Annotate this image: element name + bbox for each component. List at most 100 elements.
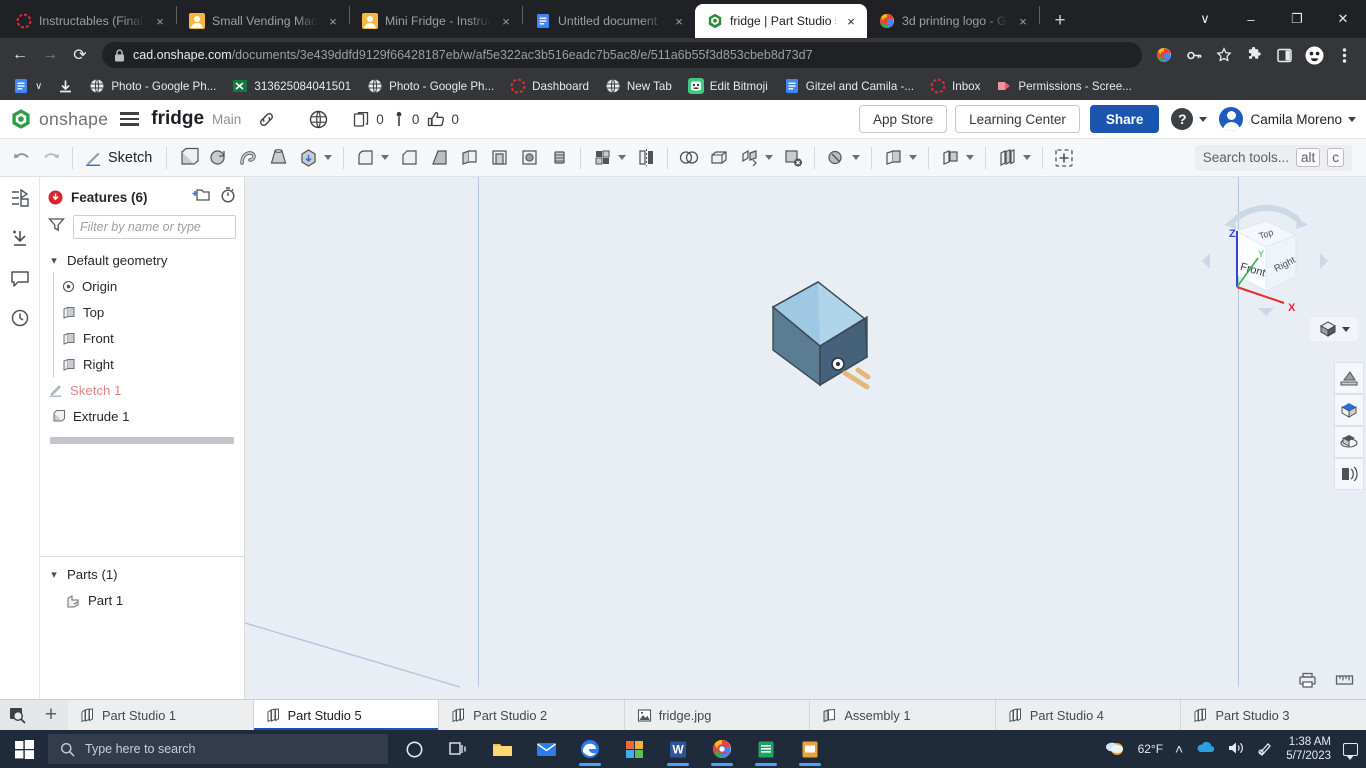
tab-close-icon[interactable]: × — [843, 14, 859, 29]
help-chevron-down-icon[interactable] — [1199, 117, 1207, 122]
tab-close-icon[interactable]: × — [325, 14, 341, 29]
tab-search-icon[interactable] — [0, 700, 34, 730]
mirror-icon[interactable] — [631, 143, 661, 173]
chevron-down-icon[interactable] — [765, 155, 773, 160]
document-branch[interactable]: Main — [212, 112, 241, 127]
parts-panel-header[interactable]: ▾ Parts (1) — [40, 561, 244, 587]
store-icon[interactable] — [612, 730, 656, 768]
fillet-icon[interactable] — [350, 143, 380, 173]
back-button[interactable]: ← — [6, 41, 34, 69]
rotate-cube-icon[interactable] — [1334, 426, 1364, 458]
tree-group-default-geometry[interactable]: ▾ Default geometry — [40, 247, 244, 273]
tab-search-button[interactable]: ∨ — [1182, 3, 1228, 35]
bookmark-item[interactable]: Gitzel and Camila -... — [777, 75, 921, 97]
cortana-icon[interactable] — [392, 730, 436, 768]
document-tab-active[interactable]: Part Studio 5 — [254, 700, 440, 730]
plane-icon[interactable] — [878, 143, 908, 173]
tree-item-front-plane[interactable]: Front — [40, 325, 244, 351]
split-icon[interactable] — [734, 143, 764, 173]
new-tab-button[interactable]: + — [1046, 7, 1074, 35]
chevron-down-icon[interactable] — [852, 155, 860, 160]
shell-icon[interactable] — [484, 143, 514, 173]
view-cube[interactable]: Top Front Right Z X Y — [1196, 205, 1336, 335]
transform-icon[interactable] — [821, 143, 851, 173]
draft-icon[interactable] — [424, 143, 454, 173]
document-tab[interactable]: Part Studio 4 — [996, 700, 1182, 730]
chamfer-icon[interactable] — [394, 143, 424, 173]
profile-avatar-icon[interactable] — [1300, 41, 1328, 69]
tree-item-right-plane[interactable]: Right — [40, 351, 244, 377]
enclose-icon[interactable] — [704, 143, 734, 173]
taskbar-search-input[interactable]: Type here to search — [48, 734, 388, 764]
3d-viewport[interactable]: Top Front Right Z X Y — [245, 177, 1366, 699]
app-store-button[interactable]: App Store — [859, 105, 947, 133]
explode-cube-icon[interactable] — [1334, 458, 1364, 490]
avatar[interactable] — [1219, 107, 1243, 131]
clock[interactable]: 1:38 AM 5/7/2023 — [1286, 735, 1331, 764]
document-name[interactable]: fridge — [151, 108, 204, 130]
thread-icon[interactable] — [544, 143, 574, 173]
tree-item-extrude-1[interactable]: Extrude 1 — [40, 403, 244, 429]
assembly-icon[interactable] — [992, 143, 1022, 173]
browser-tab-active[interactable]: fridge | Part Studio 5 × — [695, 4, 867, 38]
chevron-down-icon[interactable] — [618, 155, 626, 160]
address-bar[interactable]: cad.onshape.com/documents/3e439ddfd9129f… — [102, 42, 1142, 68]
tree-item-origin[interactable]: Origin — [40, 273, 244, 299]
print-icon[interactable] — [1298, 672, 1317, 693]
undo-icon[interactable] — [6, 143, 36, 173]
delete-face-icon[interactable] — [778, 143, 808, 173]
document-tab[interactable]: fridge.jpg — [625, 700, 811, 730]
globe-icon[interactable] — [303, 104, 333, 134]
bookmark-item[interactable]: Photo - Google Ph... — [360, 75, 501, 97]
forward-button[interactable]: → — [36, 41, 64, 69]
comments-icon[interactable] — [6, 265, 34, 291]
chevron-down-icon[interactable] — [1023, 155, 1031, 160]
rollback-bar[interactable] — [50, 437, 234, 444]
redo-icon[interactable] — [36, 143, 66, 173]
tab-close-icon[interactable]: × — [671, 14, 687, 29]
add-tab-button[interactable]: + — [34, 700, 68, 730]
share-button[interactable]: Share — [1090, 105, 1160, 133]
pen-icon[interactable] — [1257, 740, 1274, 759]
insert-part-icon[interactable] — [6, 225, 34, 251]
google-profile-icon[interactable] — [1150, 41, 1178, 69]
browser-tab[interactable]: Mini Fridge - Instructa × — [350, 4, 522, 38]
reload-button[interactable]: ⟳ — [66, 41, 94, 69]
word-icon[interactable]: W — [656, 730, 700, 768]
rib-icon[interactable] — [454, 143, 484, 173]
comment-counter[interactable]: 0 — [392, 111, 420, 128]
tab-close-icon[interactable]: × — [1015, 14, 1031, 29]
partly-cloudy-icon[interactable] — [1104, 739, 1126, 760]
chevron-down-icon[interactable] — [1342, 327, 1350, 332]
fridge-body[interactable] — [725, 277, 905, 407]
browser-tab[interactable]: 3d printing logo - Goo × — [867, 4, 1039, 38]
boolean-icon[interactable] — [674, 143, 704, 173]
minimize-button[interactable]: – — [1228, 3, 1274, 35]
bookmark-item[interactable]: Edit Bitmoji — [681, 75, 775, 97]
close-window-button[interactable]: ✕ — [1320, 3, 1366, 35]
task-view-icon[interactable] — [436, 730, 480, 768]
search-tools-input[interactable]: Search tools... alt c — [1195, 145, 1352, 171]
notification-icon[interactable] — [1343, 743, 1358, 756]
filter-input[interactable]: Filter by name or type — [73, 215, 236, 239]
loft-icon[interactable] — [263, 143, 293, 173]
copies-counter[interactable]: 0 — [353, 111, 384, 128]
bookmark-download-icon[interactable] — [51, 76, 80, 97]
sketch-plane-icon[interactable] — [935, 143, 965, 173]
chevron-down-icon[interactable] — [381, 155, 389, 160]
onshape-logo[interactable]: onshape — [10, 108, 108, 130]
add-folder-icon[interactable] — [192, 187, 210, 208]
bookmark-item[interactable]: ∨ — [6, 75, 49, 97]
tree-item-sketch-1[interactable]: Sketch 1 — [40, 377, 244, 403]
parts-list-item[interactable]: Part 1 — [40, 587, 244, 613]
user-chevron-down-icon[interactable] — [1348, 117, 1356, 122]
browser-tab[interactable]: Small Vending Machin × — [177, 4, 349, 38]
bookmark-item[interactable]: Permissions - Scree... — [989, 75, 1138, 97]
filter-icon[interactable] — [48, 217, 65, 237]
bookmark-item[interactable]: Dashboard — [503, 75, 596, 97]
windows-start-icon[interactable] — [0, 730, 48, 768]
help-icon[interactable]: ? — [1171, 108, 1193, 130]
likes-counter[interactable]: 0 — [427, 111, 459, 128]
bookmark-item[interactable]: New Tab — [598, 75, 679, 97]
bookmark-item[interactable]: 313625084041501 — [225, 75, 358, 97]
